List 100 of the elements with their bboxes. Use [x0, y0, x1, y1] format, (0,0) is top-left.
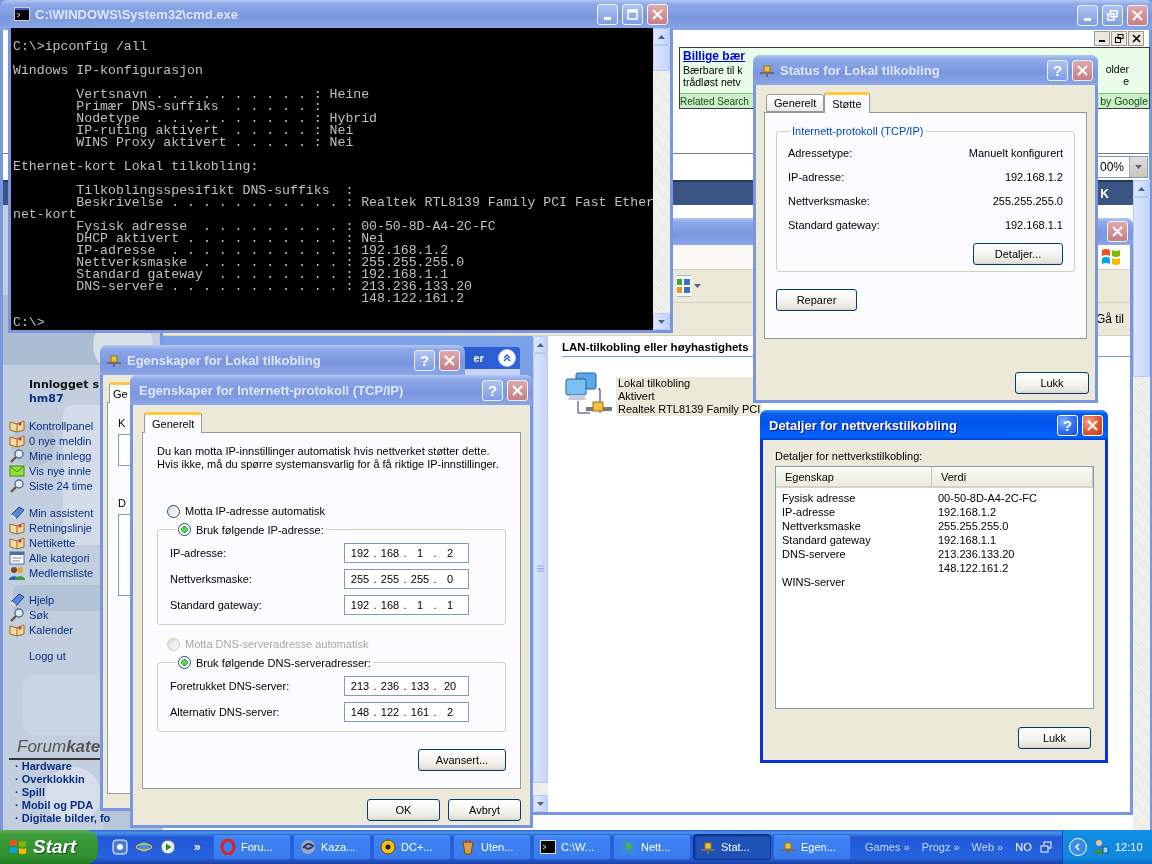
category-link[interactable]: · Digitale bilder, fo — [15, 812, 111, 825]
radio-button[interactable] — [178, 523, 191, 536]
window-stack-icon — [1039, 841, 1052, 853]
ring-icon — [220, 839, 236, 855]
sidebar-link[interactable]: Siste 24 time — [9, 478, 93, 493]
sidebar-link[interactable]: Kontrollpanel — [9, 418, 94, 433]
zoom-dropdown[interactable]: 00% — [1097, 156, 1148, 178]
taskbar-button[interactable]: Stat... — [693, 834, 771, 860]
advanced-button[interactable]: Avansert... — [418, 749, 506, 771]
scroll-down-button[interactable] — [653, 313, 670, 330]
tab[interactable]: Generelt — [766, 94, 825, 112]
category-link[interactable]: · Hardware — [15, 760, 72, 773]
sidebar-link[interactable]: Nettikette — [9, 535, 76, 550]
sidebar-link[interactable]: 0 nye meldin — [9, 433, 92, 448]
radio-option[interactable]: Bruk følgende DNS-serveradresser: — [178, 654, 371, 671]
scroll-thumb[interactable] — [653, 45, 670, 71]
radio-button[interactable] — [178, 656, 191, 669]
ip-address-field[interactable]: 192 . 168 . 1 . 1 — [344, 595, 469, 615]
close-button[interactable] — [1128, 31, 1144, 46]
column-header[interactable]: Egenskap — [776, 467, 932, 486]
cancel-button[interactable]: Avbryt — [448, 799, 521, 821]
sidebar-link[interactable]: Retningslinje — [9, 520, 92, 535]
field-label: Nettverksmaske: — [170, 573, 253, 585]
scroll-up-button[interactable] — [533, 336, 548, 353]
taskbar-button[interactable]: Nett... — [613, 834, 691, 860]
swirl-icon — [300, 839, 316, 855]
table-cell-text: 255.255.255.0 — [937, 519, 1010, 533]
restore-button[interactable] — [1111, 31, 1127, 46]
scroll-up-button[interactable] — [1133, 180, 1150, 197]
table-cell-text: 213.236.133.20 — [937, 547, 1016, 561]
toolbar-menu[interactable]: Web » — [971, 841, 1004, 853]
chevron-button[interactable]: » — [194, 840, 201, 854]
collapse-button[interactable] — [498, 349, 516, 367]
window-title: C:\WINDOWS\System32\cmd.exe — [35, 6, 238, 22]
scroll-thumb[interactable] — [1133, 197, 1150, 377]
toolbar-menu[interactable]: Progz » — [921, 841, 960, 853]
radio-option[interactable]: Motta IP-adresse automatisk — [167, 503, 325, 519]
close-button[interactable]: Lukk — [1015, 372, 1089, 394]
ad-title-link[interactable]: Billige bær — [683, 49, 745, 64]
windows-logo-icon — [8, 838, 28, 856]
ok-button[interactable]: OK — [367, 799, 440, 821]
tab[interactable]: Generelt — [144, 412, 203, 433]
sidebar-link[interactable]: Alle kategori — [9, 550, 90, 565]
views-icon — [677, 275, 691, 297]
nav-link[interactable]: K — [1100, 186, 1109, 201]
taskbar-button[interactable]: Kaza... — [293, 834, 371, 860]
sidebar-link[interactable]: Min assistent — [9, 505, 94, 520]
toolbar-menu[interactable]: Games » — [865, 841, 910, 853]
attribution-link[interactable]: by Google — [1100, 95, 1148, 107]
arrow-up-icon — [1138, 186, 1145, 191]
scroll-down-button[interactable] — [533, 795, 548, 812]
taskbar-button[interactable]: Foru... — [213, 834, 291, 860]
repair-button[interactable]: Reparer — [776, 289, 857, 311]
book-icon — [9, 433, 25, 448]
logout-link[interactable]: Logg ut — [29, 649, 66, 663]
ip-address-field[interactable]: 192 . 168 . 1 . 2 — [344, 543, 469, 563]
start-button[interactable]: Start — [0, 830, 98, 864]
ip-address-field[interactable]: 255 . 255 . 255 . 0 — [344, 569, 469, 589]
tab[interactable]: Støtte — [824, 92, 870, 113]
tray-expand-button[interactable] — [1069, 838, 1087, 856]
taskbar-button[interactable]: Egen... — [773, 834, 851, 860]
window-title: Status for Lokal tilkobling — [780, 62, 940, 78]
console-line: IP-adresse . . . . . . . . . . . : 192.168.1.2 — [75, 245, 449, 257]
sidebar-link[interactable]: Søk — [9, 607, 49, 622]
console-line: net-kort — [13, 209, 77, 221]
book-icon — [9, 418, 25, 433]
taskbar-button[interactable]: C:\W... — [533, 834, 611, 860]
tab[interactable]: Ge — [109, 382, 132, 403]
sidebar-link[interactable]: Vis nye innle — [9, 463, 92, 478]
related-search-link[interactable]: Related Search — [680, 95, 749, 107]
scroll-up-button[interactable] — [653, 28, 670, 45]
close-button[interactable]: Lukk — [1018, 727, 1091, 749]
dropdown-button[interactable] — [1129, 157, 1147, 177]
ip-address-field[interactable]: 213 . 236 . 133 . 20 — [344, 676, 469, 696]
category-link[interactable]: · Mobil og PDA — [15, 799, 94, 812]
sidebar-link[interactable]: Medlemsliste — [9, 565, 94, 580]
maximize-button[interactable] — [622, 3, 643, 25]
arrow-down-icon — [658, 319, 665, 324]
field-label: Standard gateway: — [170, 599, 263, 611]
sidebar-link[interactable]: Kalender — [9, 622, 74, 637]
ip-address-field[interactable]: 148 . 122 . 161 . 2 — [344, 702, 469, 722]
magnifier-icon — [9, 478, 25, 493]
radio-option[interactable]: Bruk følgende IP-adresse: — [178, 521, 324, 538]
connection-item[interactable]: Lokal tilkobling Aktivert Realtek RTL8139 Family PCI — [616, 377, 763, 416]
minimize-button[interactable] — [1094, 31, 1110, 46]
console-line: Beskrivelse . . . . . . . . . . . : Realtek RTL8139 Family PCI Fast Ether — [75, 197, 653, 209]
category-link[interactable]: · Overklokkin — [15, 773, 85, 786]
console-line: DHCP aktivert . . . . . . . . . . : Nei — [75, 233, 385, 245]
column-header[interactable]: Verdi — [932, 467, 1093, 486]
taskbar-button[interactable]: DC+... — [373, 834, 451, 860]
minimize-icon — [604, 16, 611, 20]
sidebar-link[interactable]: Mine innlegg — [9, 448, 92, 463]
details-button[interactable]: Detaljer... — [973, 243, 1063, 265]
category-link[interactable]: · Spill — [15, 786, 45, 799]
radio-button[interactable] — [167, 504, 180, 518]
taskbar-button[interactable]: Uten... — [453, 834, 531, 860]
arrow-up-icon — [537, 342, 544, 347]
sidebar-link[interactable]: Hjelp — [9, 592, 55, 607]
property-label: Nettverksmaske: — [788, 195, 870, 207]
language-indicator[interactable]: NO — [1015, 841, 1032, 853]
